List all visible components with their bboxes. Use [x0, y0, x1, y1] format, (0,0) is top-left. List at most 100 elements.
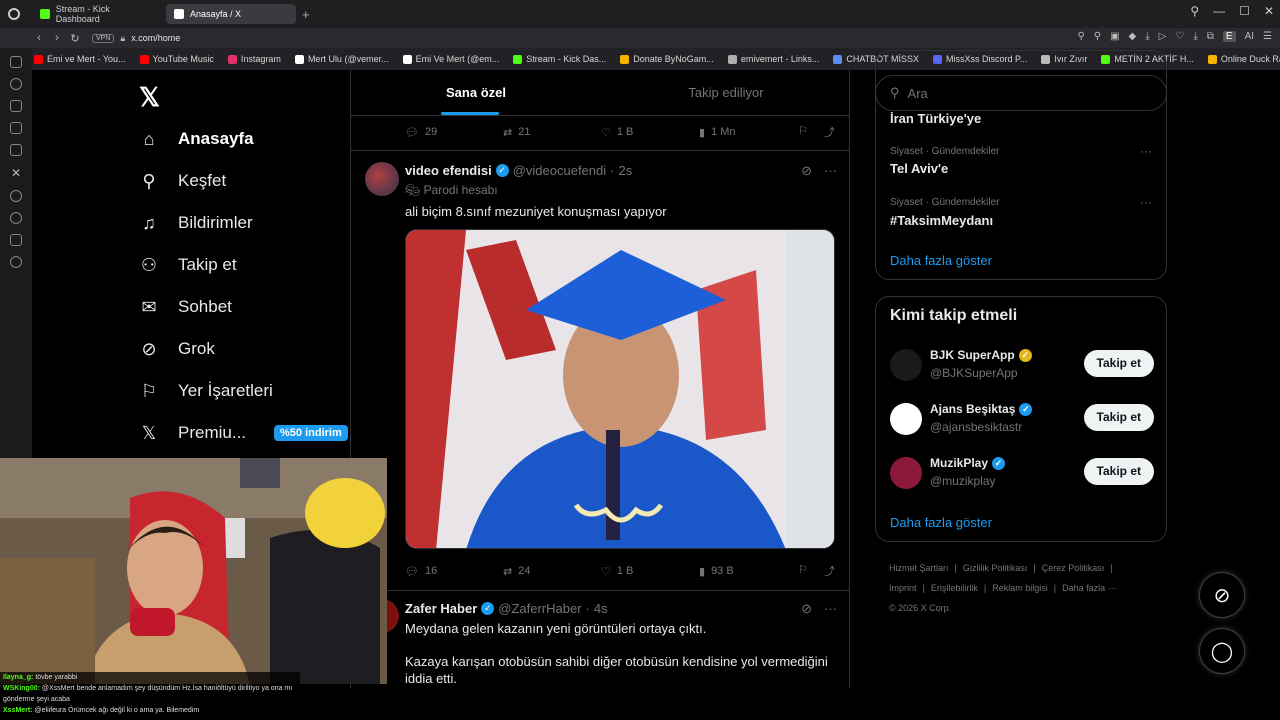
like-button[interactable]: ♡ 1 B — [601, 124, 699, 140]
account-name[interactable]: BJK SuperApp ✓ — [930, 348, 1032, 362]
trend-title[interactable]: İran Türkiye'ye — [890, 111, 981, 126]
search-input[interactable]: ⚲ Ara — [875, 75, 1167, 111]
camera-icon[interactable]: ▣ — [1110, 31, 1119, 42]
x-sidebar-icon[interactable]: ✕ — [11, 166, 21, 180]
avatar[interactable] — [890, 457, 922, 489]
premium-discount-badge[interactable]: %50 indirim — [274, 425, 348, 441]
tweet-author-name[interactable]: Zafer Haber — [405, 601, 477, 616]
download-icon[interactable]: ⤓ — [1193, 31, 1197, 42]
tab-following[interactable]: Takip ediliyor — [601, 70, 849, 115]
extensions-icon[interactable]: ⧉ — [1207, 31, 1214, 42]
footer-link[interactable]: Hizmet Şartları — [889, 563, 949, 573]
snapshot-icon[interactable] — [10, 122, 22, 134]
player-icon[interactable] — [10, 190, 22, 202]
clock-icon[interactable] — [10, 212, 22, 224]
footer-link[interactable]: Çerez Politikası — [1042, 563, 1105, 573]
bookmark-item[interactable]: Donate ByNoGam... — [620, 54, 714, 64]
avatar[interactable] — [890, 403, 922, 435]
speed-dial-icon[interactable] — [10, 56, 22, 68]
bookmark-item[interactable]: Stream - Kick Das... — [513, 54, 606, 64]
nav-item-grok[interactable]: ⊘ Grok — [138, 338, 214, 360]
views-button[interactable]: ▮ 93 B — [699, 563, 797, 579]
nav-item-chat[interactable]: ✉ Sohbet — [138, 296, 231, 318]
shield-icon[interactable]: ◆ — [1129, 31, 1137, 42]
tab-for-you[interactable]: Sana özel — [351, 70, 601, 115]
trends-show-more-link[interactable]: Daha fazla göster — [890, 253, 992, 268]
tweet[interactable]: video efendisi ✓ @videocuefendi · 2s ⊘ ·… — [351, 150, 849, 590]
extensions-icon[interactable] — [10, 234, 22, 246]
nav-item-follow[interactable]: ⚇ Takip et — [138, 254, 237, 276]
tweet-author-name[interactable]: video efendisi — [405, 163, 492, 178]
follow-button[interactable]: Takip et — [1083, 458, 1154, 485]
footer-link[interactable]: Imprint — [889, 583, 917, 593]
trend-title[interactable]: #TaksimMeydanı — [890, 213, 993, 228]
views-button[interactable]: ▮ 1 Mn — [699, 124, 797, 140]
repost-button[interactable]: ⇄ 24 — [503, 563, 601, 579]
bookmark-item[interactable]: Emi Ve Mert (@em... — [402, 54, 499, 64]
bookmark-item[interactable]: YouTube Music — [139, 54, 214, 64]
nav-item-explore[interactable]: ⚲ Keşfet — [138, 170, 226, 192]
reply-button[interactable]: 💬︎ 16 — [405, 563, 503, 579]
chat-username[interactable]: Ilayna_g: — [3, 674, 33, 681]
more-icon[interactable]: ··· — [824, 163, 837, 179]
follow-button[interactable]: Takip et — [1083, 404, 1154, 431]
bookmark-item[interactable]: Emi ve Mert - You... — [34, 54, 126, 64]
menu-icon[interactable]: ☰ — [1263, 31, 1272, 42]
like-button[interactable]: ♡ 1 B — [601, 563, 699, 579]
browser-tab-x[interactable]: Anasayfa / X — [166, 4, 296, 24]
footer-link[interactable]: Erişilebilirlik — [931, 583, 978, 593]
url-field[interactable]: x.com/home — [131, 33, 180, 43]
chat-username[interactable]: XssMert: — [3, 707, 33, 714]
messages-fab-button[interactable]: ◯ — [1199, 628, 1245, 674]
reply-button[interactable]: 💬︎ 29 — [405, 124, 503, 140]
heart-icon[interactable]: ♡ — [1175, 31, 1184, 42]
grok-fab-button[interactable]: ⊘ — [1199, 572, 1245, 618]
messenger-icon[interactable] — [10, 144, 22, 156]
account-name[interactable]: MuzikPlay ✓ — [930, 456, 1006, 470]
tweet-time[interactable]: 2s — [618, 163, 632, 178]
opera-logo-icon[interactable] — [0, 0, 28, 28]
tweet-author-handle[interactable]: @ZaferrHaber — [498, 601, 581, 616]
bookmark-item[interactable]: Online Duck Race... — [1207, 54, 1280, 64]
back-button[interactable]: ‹ — [30, 32, 48, 44]
more-icon[interactable]: ··· — [1140, 144, 1152, 158]
tweet-time[interactable]: 4s — [594, 601, 608, 616]
history-icon[interactable] — [10, 78, 22, 90]
bookmark-item[interactable]: emivemert - Links... — [727, 54, 819, 64]
new-tab-button[interactable]: + — [302, 7, 310, 22]
who-show-more-link[interactable]: Daha fazla göster — [890, 515, 992, 530]
footer-link[interactable]: Reklam bilgisi — [992, 583, 1048, 593]
who-to-follow-item[interactable]: MuzikPlay ✓ @muzikplay Takip et — [890, 455, 1154, 495]
close-window-button[interactable]: ✕ — [1264, 4, 1274, 18]
account-name[interactable]: Ajans Beşiktaş ✓ — [930, 402, 1033, 416]
pin-icon[interactable]: ⚲ — [1094, 31, 1101, 42]
more-icon[interactable]: ··· — [1140, 195, 1152, 209]
ai-button[interactable]: AI — [1245, 31, 1254, 42]
download-icon[interactable]: ⤓ — [1145, 31, 1149, 42]
reload-button[interactable]: ↻ — [66, 32, 84, 45]
bookmark-item[interactable]: Mert Ulu (@vemer... — [294, 54, 389, 64]
maximize-button[interactable]: ☐ — [1239, 4, 1250, 18]
shopping-icon[interactable] — [10, 100, 22, 112]
avatar[interactable] — [365, 162, 399, 196]
browser-tab-kick[interactable]: Stream - Kick Dashboard — [32, 4, 162, 24]
avatar[interactable] — [890, 349, 922, 381]
more-icon[interactable]: ··· — [824, 601, 837, 617]
play-icon[interactable]: ▷ — [1159, 31, 1167, 42]
settings-icon[interactable] — [10, 256, 22, 268]
x-logo-icon[interactable]: 𝕏 — [139, 82, 160, 113]
minimize-button[interactable]: — — [1213, 4, 1225, 18]
search-tabs-icon[interactable]: ⚲ — [1190, 4, 1199, 18]
who-to-follow-item[interactable]: BJK SuperApp ✓ @BJKSuperApp Takip et — [890, 347, 1154, 387]
footer-link[interactable]: Gizlilik Politikası — [963, 563, 1028, 573]
trend-title[interactable]: Tel Aviv'e — [890, 161, 948, 176]
grok-icon[interactable]: ⊘ — [801, 163, 812, 179]
bookmark-item[interactable]: Instagram — [227, 54, 281, 64]
repost-button[interactable]: ⇄ 21 — [503, 124, 601, 140]
bookmark-icon[interactable]: ⚐ — [798, 124, 808, 140]
follow-button[interactable]: Takip et — [1083, 350, 1154, 377]
profile-avatar[interactable]: E — [1222, 31, 1236, 42]
zoom-icon[interactable]: ⚲ — [1077, 31, 1084, 42]
vpn-badge[interactable]: VPN — [92, 33, 115, 43]
nav-item-notifications[interactable]: ♫ Bildirimler — [138, 212, 252, 234]
